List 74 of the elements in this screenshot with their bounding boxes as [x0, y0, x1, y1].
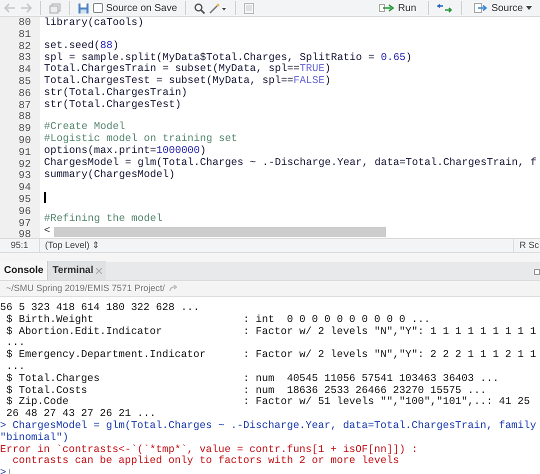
console-line: $ Birth.Weight : int 0 0 0 0 0 0 0 0 0 0 ... — [5, 314, 430, 326]
code-line: Total.ChargesTest = subset(MyData, spl==FALSE) — [44, 76, 331, 88]
save-icon[interactable] — [78, 2, 89, 14]
run-button[interactable]: Run — [374, 1, 420, 15]
line-number: 92 — [18, 160, 31, 171]
scope-selector[interactable]: (Top Level) ⇕ — [40, 238, 100, 252]
line-number: 87 — [18, 100, 31, 112]
pane-tab[interactable]: Console — [0, 261, 48, 280]
code-line: str(Total.ChargesTest) — [44, 100, 182, 112]
line-number: 83 — [18, 53, 31, 65]
console-line: 26 48 27 43 27 26 21 ... — [5, 409, 156, 420]
document-icon[interactable] — [244, 2, 254, 14]
run-arrow-icon — [378, 4, 395, 12]
line-number: 98 — [18, 230, 31, 238]
line-number: 95 — [18, 194, 31, 207]
console-line: $ Zip.Code : Factor w/ 51 levels "","100","101",..: 41 25 — [5, 397, 530, 409]
console-line: $ Abortion.Edit.Indicator : Factor w/ 2 levels "N","Y": 1 1 1 1 1 1 1 1 1 — [5, 326, 536, 338]
scroll-left-arrow[interactable]: < — [44, 226, 50, 238]
magic-wand-icon[interactable] — [209, 2, 228, 14]
code-line: spl = sample.split(MyData$Total.Charges, SplitRatio = 0.65) — [44, 52, 412, 64]
source-arrow-icon — [474, 3, 488, 13]
code-line: Total.ChargesTrain = subset(MyData, spl==TRUE) — [44, 64, 331, 76]
console-line: ... — [5, 362, 25, 374]
code-line: options(max.print=1000000) — [44, 146, 206, 158]
line-number: 80 — [18, 18, 31, 30]
code-line: #Refining the model — [44, 214, 162, 226]
console-prompt: > — [0, 468, 6, 474]
code-line: library(caTools) — [44, 18, 144, 30]
line-number: 85 — [18, 76, 31, 89]
line-number: 84 — [18, 65, 31, 77]
line-number: 97 — [18, 218, 31, 230]
file-type-selector[interactable]: R Sc — [513, 238, 540, 252]
code-line: summary(ChargesModel) — [44, 170, 175, 182]
line-number: 81 — [18, 30, 31, 42]
line-number: 96 — [18, 206, 31, 219]
line-number: 89 — [18, 124, 31, 136]
code-line: set.seed(88) — [44, 40, 119, 52]
rerun-icon[interactable] — [437, 4, 454, 12]
forward-arrow-icon[interactable] — [20, 3, 32, 13]
console-line: $ Emergency.Department.Indicator : Factor w/ 2 levels "N","Y": 2 2 2 1 1 1 2 1 1 — [5, 350, 536, 362]
arrow-icon[interactable] — [168, 285, 178, 292]
working-directory: ~/SMU Spring 2019/EMIS 7571 Project/ — [6, 282, 165, 295]
code-line: str(Total.ChargesTrain) — [44, 88, 188, 100]
code-line: #Create Model — [44, 122, 126, 134]
caret-icon — [526, 6, 532, 10]
line-number: 93 — [18, 171, 31, 183]
line-number: 91 — [18, 148, 31, 160]
error-message: Error in `contrasts<-`(`*tmp*`, value = contr.funs[1 + isOF[nn]]) : — [0, 444, 418, 456]
source-button[interactable]: Source — [470, 1, 536, 15]
console-line: > ChargesModel = glm(Total.Charges ~ .-Discharge.Year, data=Total.ChargesTrain, family — [0, 420, 536, 432]
error-message: contrasts can be applied only to factors with 2 or more levels — [11, 456, 400, 468]
console-line: ... — [5, 338, 25, 350]
source-on-save-checkbox[interactable] — [93, 3, 103, 13]
text-cursor — [9, 469, 10, 474]
pane-tab[interactable]: Terminal — [47, 261, 106, 280]
code-line: #Logistic model on training set — [44, 134, 238, 146]
horizontal-scrollbar[interactable] — [54, 227, 386, 238]
console-line: $ Total.Costs : num 18636 2533 26466 23270 15575 ... — [5, 386, 486, 397]
code-line: ChargesModel = glm(Total.Charges ~ .-Discharge.Year, data=Total.ChargesTrain, f — [44, 158, 537, 170]
console-line: 56 5 323 418 614 180 322 628 ... — [0, 303, 200, 314]
close-icon[interactable] — [96, 268, 102, 274]
search-icon[interactable] — [194, 2, 206, 14]
line-number: 90 — [18, 136, 31, 148]
console-line: $ Total.Charges : num 40545 11056 57541 103463 36403 ... — [5, 374, 499, 386]
console-line: "binomial") — [0, 432, 69, 444]
window-icon[interactable] — [49, 2, 61, 14]
cursor-position: 95:1 — [0, 238, 40, 252]
line-number: 86 — [18, 88, 31, 101]
line-number: 82 — [18, 42, 31, 53]
back-arrow-icon[interactable] — [4, 3, 16, 13]
line-number: 94 — [18, 183, 31, 195]
line-number: 88 — [18, 112, 31, 124]
checkbox-label: Source on Save — [106, 2, 178, 16]
minimize-icon[interactable] — [534, 269, 540, 275]
